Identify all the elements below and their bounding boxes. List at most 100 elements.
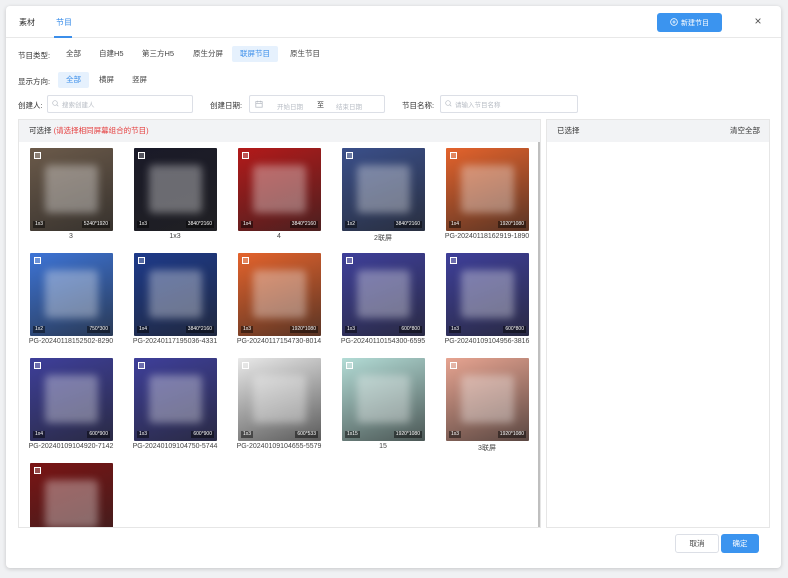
type-option-native-split[interactable]: 原生分屏 xyxy=(185,46,231,62)
program-thumbnail[interactable]: 1x4 600*900 xyxy=(30,358,113,441)
select-checkbox[interactable] xyxy=(450,257,457,264)
program-thumbnail[interactable]: 1x3 600*800 xyxy=(342,253,425,336)
program-name-input[interactable]: 请输入节目名称 xyxy=(440,95,578,113)
select-checkbox[interactable] xyxy=(242,257,249,264)
creator-label: 创建人: xyxy=(18,101,43,110)
program-name: PG-20240117154730-8014 xyxy=(236,338,322,345)
direction-option-landscape[interactable]: 横屏 xyxy=(91,72,122,88)
program-thumbnail[interactable]: 1x2 3840*2160 xyxy=(342,148,425,231)
program-card[interactable]: 1x4 3840*2160 PG-20240117195036-4331 xyxy=(123,247,227,347)
select-checkbox[interactable] xyxy=(346,257,353,264)
resolution-badge: 3840*2160 xyxy=(185,326,214,333)
type-option-custom-h5[interactable]: 自建H5 xyxy=(91,46,132,62)
program-thumbnail[interactable]: 1x2 750*300 xyxy=(30,253,113,336)
program-name-label: 节目名称: xyxy=(402,101,435,110)
cancel-button[interactable]: 取消 xyxy=(675,534,719,553)
select-checkbox[interactable] xyxy=(450,362,457,369)
program-thumbnail[interactable]: 1x3 600*533 xyxy=(238,358,321,441)
program-type-label: 节目类型: xyxy=(18,51,51,60)
available-panel-header: 可选择 (请选择相同屏幕组合的节目) xyxy=(19,120,540,142)
new-program-button[interactable]: 新建节目 xyxy=(657,13,722,32)
type-option-linked-screen[interactable]: 联屏节目 xyxy=(232,46,278,62)
resolution-badge: 600*900 xyxy=(87,431,110,438)
program-card[interactable]: 1x3 600*900 PG-20240109104750-5744 xyxy=(123,352,227,452)
select-checkbox[interactable] xyxy=(242,362,249,369)
confirm-button[interactable]: 确定 xyxy=(721,534,759,553)
date-start[interactable]: 开始日期 xyxy=(277,101,303,111)
program-thumbnail[interactable]: 1x3 1920*1080 xyxy=(238,253,321,336)
program-card[interactable]: 1x4 1920*1080 PG-20240118162919-1890 xyxy=(435,142,539,242)
tab-bar: 素材 节目 新建节目 × xyxy=(6,6,781,38)
new-program-label: 新建节目 xyxy=(681,19,709,27)
clear-all-button[interactable]: 清空全部 xyxy=(730,120,760,142)
program-card[interactable]: 1x3 1920*1080 PG-20240117154730-8014 xyxy=(227,247,331,347)
select-checkbox[interactable] xyxy=(450,152,457,159)
thumbnail-content xyxy=(44,269,99,318)
thumbnail-content xyxy=(356,269,411,318)
program-card[interactable]: 1x3 600*800 PG-20240110154300-6595 xyxy=(331,247,435,347)
program-thumbnail[interactable]: 1x4 3840*2160 xyxy=(134,253,217,336)
layout-badge: 1x3 xyxy=(33,221,46,228)
program-card[interactable] xyxy=(19,457,123,527)
layout-badge: 1x2 xyxy=(33,326,46,333)
select-checkbox[interactable] xyxy=(346,152,353,159)
program-thumbnail[interactable]: 1x3 3840*2160 xyxy=(134,148,217,231)
layout-badge: 1x4 xyxy=(449,221,462,228)
program-name: PG-20240109104655-5579 xyxy=(236,443,322,450)
select-checkbox[interactable] xyxy=(34,362,41,369)
type-option-all[interactable]: 全部 xyxy=(58,46,89,62)
thumbnail-content xyxy=(44,164,99,213)
close-icon[interactable]: × xyxy=(752,15,764,27)
program-card[interactable]: 1x15 1920*1080 15 xyxy=(331,352,435,452)
select-program-dialog: 素材 节目 新建节目 × 节目类型: 全部 自建H5 第三方H5 原生分屏 联屏… xyxy=(6,6,781,568)
available-title: 可选择 xyxy=(29,126,52,135)
select-checkbox[interactable] xyxy=(242,152,249,159)
program-card[interactable]: 1x3 5240*1920 3 xyxy=(19,142,123,242)
select-checkbox[interactable] xyxy=(34,257,41,264)
select-checkbox[interactable] xyxy=(34,152,41,159)
program-card[interactable]: 1x2 750*300 PG-20240118152502-8290 xyxy=(19,247,123,347)
program-card[interactable]: 1x3 600*800 PG-20240109104956-3816 xyxy=(435,247,539,347)
tab-program[interactable]: 节目 xyxy=(56,17,72,28)
program-thumbnail[interactable]: 1x4 1920*1080 xyxy=(446,148,529,231)
program-thumbnail[interactable]: 1x15 1920*1080 xyxy=(342,358,425,441)
direction-option-all[interactable]: 全部 xyxy=(58,72,89,88)
direction-option-portrait[interactable]: 竖屏 xyxy=(124,72,155,88)
select-checkbox[interactable] xyxy=(34,467,41,474)
select-checkbox[interactable] xyxy=(138,362,145,369)
program-thumbnail[interactable]: 1x4 3840*2160 xyxy=(238,148,321,231)
program-thumbnail[interactable]: 1x3 600*900 xyxy=(134,358,217,441)
program-thumbnail[interactable] xyxy=(30,463,113,527)
type-option-third-party-h5[interactable]: 第三方H5 xyxy=(134,46,182,62)
program-name: 15 xyxy=(379,443,387,450)
program-name: PG-20240109104750-5744 xyxy=(132,443,218,450)
program-name: PG-20240109104956-3816 xyxy=(444,338,530,345)
select-checkbox[interactable] xyxy=(346,362,353,369)
program-thumbnail[interactable]: 1x3 1920*1080 xyxy=(446,358,529,441)
date-range-picker[interactable]: 开始日期 至 结束日期 xyxy=(249,95,385,113)
thumbnail-content xyxy=(460,374,515,423)
program-card[interactable]: 1x4 3840*2160 4 xyxy=(227,142,331,242)
program-thumbnail[interactable]: 1x3 5240*1920 xyxy=(30,148,113,231)
select-checkbox[interactable] xyxy=(138,152,145,159)
layout-badge: 1x4 xyxy=(137,326,150,333)
creator-search-input[interactable]: 搜索创建人 xyxy=(47,95,193,113)
program-name: PG-20240118162919-1890 xyxy=(444,233,530,240)
calendar-icon xyxy=(255,100,263,110)
program-thumbnail[interactable]: 1x3 600*800 xyxy=(446,253,529,336)
program-name: PG-20240109104920-7142 xyxy=(28,443,114,450)
select-checkbox[interactable] xyxy=(138,257,145,264)
date-end[interactable]: 结束日期 xyxy=(336,101,362,111)
program-card[interactable]: 1x4 600*900 PG-20240109104920-7142 xyxy=(19,352,123,452)
layout-badge: 1x3 xyxy=(241,431,254,438)
thumbnail-content xyxy=(148,164,203,213)
program-name: PG-20240110154300-6595 xyxy=(340,338,426,345)
scrollbar[interactable] xyxy=(538,142,540,527)
type-option-native[interactable]: 原生节目 xyxy=(282,46,328,62)
program-card[interactable]: 1x3 1920*1080 3联屏 xyxy=(435,352,539,452)
thumbnail-content xyxy=(252,374,307,423)
program-card[interactable]: 1x3 600*533 PG-20240109104655-5579 xyxy=(227,352,331,452)
tab-material[interactable]: 素材 xyxy=(19,17,35,28)
program-card[interactable]: 1x3 3840*2160 1x3 xyxy=(123,142,227,242)
program-card[interactable]: 1x2 3840*2160 2联屏 xyxy=(331,142,435,242)
